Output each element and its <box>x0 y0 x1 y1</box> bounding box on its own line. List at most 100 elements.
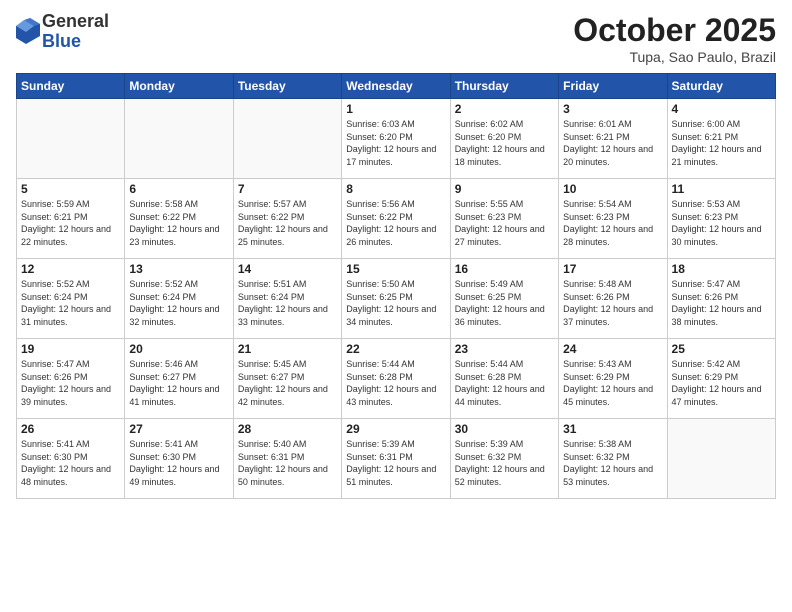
calendar-cell: 27 Sunrise: 5:41 AM Sunset: 6:30 PM Dayli… <box>125 419 233 499</box>
calendar-cell: 8 Sunrise: 5:56 AM Sunset: 6:22 PM Daylig… <box>342 179 450 259</box>
calendar-cell: 9 Sunrise: 5:55 AM Sunset: 6:23 PM Daylig… <box>450 179 558 259</box>
calendar-week-4: 19 Sunrise: 5:47 AM Sunset: 6:26 PM Dayli… <box>17 339 776 419</box>
logo-general: General <box>42 11 109 31</box>
calendar-cell: 16 Sunrise: 5:49 AM Sunset: 6:25 PM Dayli… <box>450 259 558 339</box>
day-info: Sunrise: 5:55 AM Sunset: 6:23 PM Dayligh… <box>455 198 554 248</box>
header-wednesday: Wednesday <box>342 74 450 99</box>
title-block: October 2025 Tupa, Sao Paulo, Brazil <box>573 12 776 65</box>
month-title: October 2025 <box>573 12 776 49</box>
day-number: 12 <box>21 262 120 276</box>
calendar-week-1: 1 Sunrise: 6:03 AM Sunset: 6:20 PM Daylig… <box>17 99 776 179</box>
calendar-cell: 18Sunrise: 5:47 AM Sunset: 6:26 PM Dayli… <box>667 259 775 339</box>
day-number: 2 <box>455 102 554 116</box>
day-number: 9 <box>455 182 554 196</box>
day-number: 13 <box>129 262 228 276</box>
day-info: Sunrise: 5:48 AM Sunset: 6:26 PM Dayligh… <box>563 278 662 328</box>
day-number: 29 <box>346 422 445 436</box>
calendar-cell: 11 Sunrise: 5:53 AM Sunset: 6:23 PM Dayli… <box>667 179 775 259</box>
calendar-cell <box>233 99 341 179</box>
calendar-cell: 6Sunrise: 5:58 AM Sunset: 6:22 PM Daylig… <box>125 179 233 259</box>
calendar-cell: 13 Sunrise: 5:52 AM Sunset: 6:24 PM Dayli… <box>125 259 233 339</box>
calendar-cell: 12 Sunrise: 5:52 AM Sunset: 6:24 PM Dayli… <box>17 259 125 339</box>
calendar-cell: 17 Sunrise: 5:48 AM Sunset: 6:26 PM Dayli… <box>559 259 667 339</box>
calendar-cell: 20 Sunrise: 5:46 AM Sunset: 6:27 PM Dayli… <box>125 339 233 419</box>
logo: General Blue <box>16 12 109 52</box>
day-info: Sunrise: 5:49 AM Sunset: 6:25 PM Dayligh… <box>455 278 554 328</box>
day-info: Sunrise: 5:57 AM Sunset: 6:22 PM Dayligh… <box>238 198 337 248</box>
calendar-cell <box>667 419 775 499</box>
day-number: 17 <box>563 262 662 276</box>
calendar-cell: 21 Sunrise: 5:45 AM Sunset: 6:27 PM Dayli… <box>233 339 341 419</box>
day-info: Sunrise: 5:47 AM Sunset: 6:26 PM Dayligh… <box>21 358 120 408</box>
day-info: Sunrise: 6:02 AM Sunset: 6:20 PM Dayligh… <box>455 118 554 168</box>
calendar-cell <box>125 99 233 179</box>
day-info: Sunrise: 5:50 AM Sunset: 6:25 PM Dayligh… <box>346 278 445 328</box>
day-number: 1 <box>346 102 445 116</box>
day-number: 5 <box>21 182 120 196</box>
day-info: Sunrise: 6:03 AM Sunset: 6:20 PM Dayligh… <box>346 118 445 168</box>
calendar-cell: 1 Sunrise: 6:03 AM Sunset: 6:20 PM Daylig… <box>342 99 450 179</box>
calendar-cell: 24 Sunrise: 5:43 AM Sunset: 6:29 PM Dayli… <box>559 339 667 419</box>
calendar-cell <box>17 99 125 179</box>
header-thursday: Thursday <box>450 74 558 99</box>
calendar-cell: 30Sunrise: 5:39 AM Sunset: 6:32 PM Dayli… <box>450 419 558 499</box>
calendar-cell: 29 Sunrise: 5:39 AM Sunset: 6:31 PM Dayli… <box>342 419 450 499</box>
day-number: 21 <box>238 342 337 356</box>
calendar-cell: 23 Sunrise: 5:44 AM Sunset: 6:28 PM Dayli… <box>450 339 558 419</box>
day-number: 7 <box>238 182 337 196</box>
day-info: Sunrise: 5:40 AM Sunset: 6:31 PM Dayligh… <box>238 438 337 488</box>
logo-icon <box>16 18 40 46</box>
weekday-header-row: Sunday Monday Tuesday Wednesday Thursday… <box>17 74 776 99</box>
calendar-cell: 31Sunrise: 5:38 AM Sunset: 6:32 PM Dayli… <box>559 419 667 499</box>
calendar-cell: 19 Sunrise: 5:47 AM Sunset: 6:26 PM Dayli… <box>17 339 125 419</box>
day-info: Sunrise: 5:51 AM Sunset: 6:24 PM Dayligh… <box>238 278 337 328</box>
day-info: Sunrise: 5:59 AM Sunset: 6:21 PM Dayligh… <box>21 198 120 248</box>
day-info: Sunrise: 5:53 AM Sunset: 6:23 PM Dayligh… <box>672 198 771 248</box>
calendar-cell: 15 Sunrise: 5:50 AM Sunset: 6:25 PM Dayli… <box>342 259 450 339</box>
day-number: 19 <box>21 342 120 356</box>
day-number: 24 <box>563 342 662 356</box>
day-info: Sunrise: 6:00 AM Sunset: 6:21 PM Dayligh… <box>672 118 771 168</box>
day-info: Sunrise: 5:52 AM Sunset: 6:24 PM Dayligh… <box>21 278 120 328</box>
day-info: Sunrise: 5:41 AM Sunset: 6:30 PM Dayligh… <box>21 438 120 488</box>
day-number: 15 <box>346 262 445 276</box>
day-info: Sunrise: 5:44 AM Sunset: 6:28 PM Dayligh… <box>455 358 554 408</box>
calendar-cell: 22Sunrise: 5:44 AM Sunset: 6:28 PM Dayli… <box>342 339 450 419</box>
location: Tupa, Sao Paulo, Brazil <box>573 49 776 65</box>
calendar-cell: 7 Sunrise: 5:57 AM Sunset: 6:22 PM Daylig… <box>233 179 341 259</box>
day-number: 23 <box>455 342 554 356</box>
page: General Blue October 2025 Tupa, Sao Paul… <box>0 0 792 612</box>
header-friday: Friday <box>559 74 667 99</box>
day-info: Sunrise: 5:46 AM Sunset: 6:27 PM Dayligh… <box>129 358 228 408</box>
header: General Blue October 2025 Tupa, Sao Paul… <box>16 12 776 65</box>
day-info: Sunrise: 5:41 AM Sunset: 6:30 PM Dayligh… <box>129 438 228 488</box>
day-info: Sunrise: 5:56 AM Sunset: 6:22 PM Dayligh… <box>346 198 445 248</box>
calendar-cell: 28 Sunrise: 5:40 AM Sunset: 6:31 PM Dayli… <box>233 419 341 499</box>
day-number: 16 <box>455 262 554 276</box>
day-number: 4 <box>672 102 771 116</box>
day-number: 14 <box>238 262 337 276</box>
day-number: 11 <box>672 182 771 196</box>
header-saturday: Saturday <box>667 74 775 99</box>
header-sunday: Sunday <box>17 74 125 99</box>
day-info: Sunrise: 5:52 AM Sunset: 6:24 PM Dayligh… <box>129 278 228 328</box>
day-number: 6 <box>129 182 228 196</box>
header-tuesday: Tuesday <box>233 74 341 99</box>
day-info: Sunrise: 5:47 AM Sunset: 6:26 PM Dayligh… <box>672 278 771 328</box>
day-number: 28 <box>238 422 337 436</box>
day-info: Sunrise: 5:38 AM Sunset: 6:32 PM Dayligh… <box>563 438 662 488</box>
calendar: Sunday Monday Tuesday Wednesday Thursday… <box>16 73 776 499</box>
calendar-cell: 14 Sunrise: 5:51 AM Sunset: 6:24 PM Dayli… <box>233 259 341 339</box>
day-number: 27 <box>129 422 228 436</box>
day-info: Sunrise: 5:45 AM Sunset: 6:27 PM Dayligh… <box>238 358 337 408</box>
day-info: Sunrise: 5:44 AM Sunset: 6:28 PM Dayligh… <box>346 358 445 408</box>
day-info: Sunrise: 5:54 AM Sunset: 6:23 PM Dayligh… <box>563 198 662 248</box>
calendar-cell: 25Sunrise: 5:42 AM Sunset: 6:29 PM Dayli… <box>667 339 775 419</box>
logo-text: General Blue <box>42 12 109 52</box>
day-info: Sunrise: 5:43 AM Sunset: 6:29 PM Dayligh… <box>563 358 662 408</box>
day-info: Sunrise: 5:39 AM Sunset: 6:31 PM Dayligh… <box>346 438 445 488</box>
day-number: 8 <box>346 182 445 196</box>
calendar-week-3: 12 Sunrise: 5:52 AM Sunset: 6:24 PM Dayli… <box>17 259 776 339</box>
day-number: 20 <box>129 342 228 356</box>
day-info: Sunrise: 6:01 AM Sunset: 6:21 PM Dayligh… <box>563 118 662 168</box>
